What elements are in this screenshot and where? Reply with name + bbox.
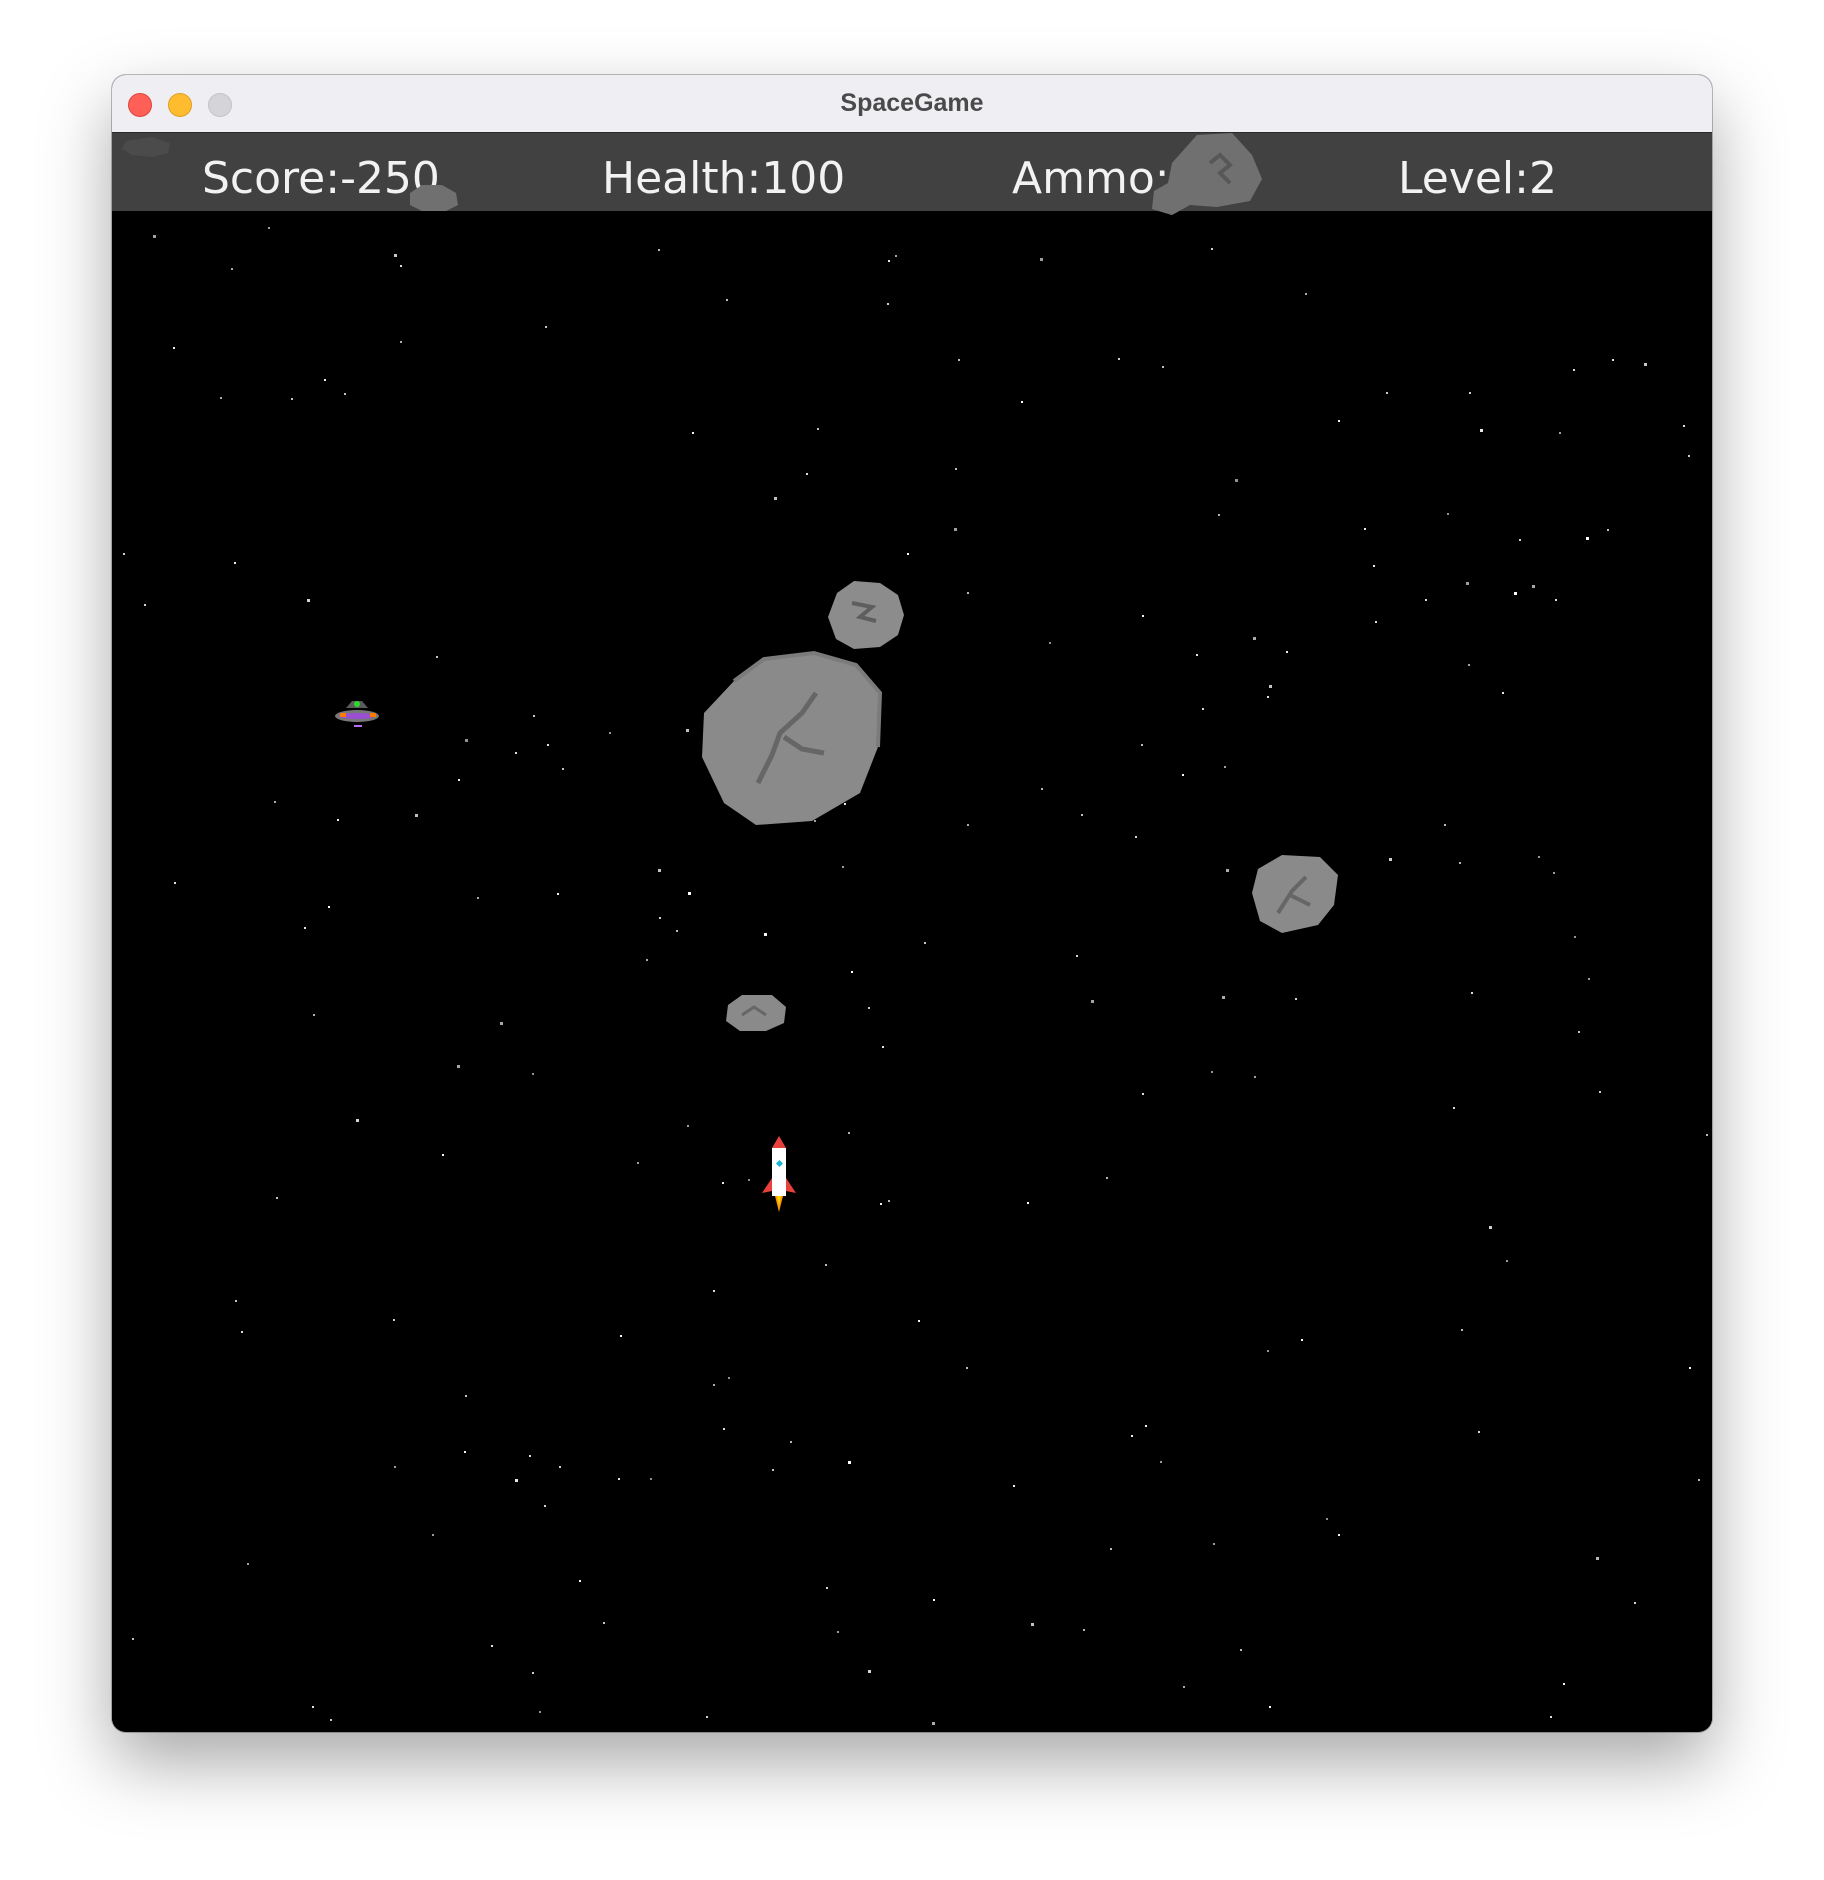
asteroid-large	[702, 650, 883, 825]
player-ship	[762, 1136, 796, 1212]
game-window: SpaceGame Score: -250 Health: 100 Ammo: …	[112, 75, 1712, 1732]
score-value: -250	[340, 153, 440, 204]
sprite-layer	[122, 133, 1338, 1212]
asteroid-tiny	[726, 995, 786, 1031]
hud-bar: Score: -250 Health: 100 Ammo: 99 Level: 2	[112, 133, 1712, 211]
asteroid-upper	[828, 581, 904, 649]
asteroid-right	[1252, 855, 1338, 933]
hud-level: Level: 2	[1398, 133, 1557, 225]
ammo-label: Ammo:	[1012, 153, 1170, 204]
ufo-enemy	[335, 701, 379, 727]
title-bar[interactable]: SpaceGame	[112, 75, 1712, 133]
ammo-value: 99	[1169, 153, 1226, 204]
hud-score: Score: -250	[202, 133, 440, 225]
window-title: SpaceGame	[840, 89, 984, 117]
health-value: 100	[761, 153, 846, 204]
level-label: Level:	[1398, 153, 1529, 204]
health-label: Health:	[602, 153, 762, 204]
hud-health: Health: 100	[602, 133, 845, 225]
score-label: Score:	[202, 153, 341, 204]
game-canvas[interactable]: Score: -250 Health: 100 Ammo: 99 Level: 2	[112, 133, 1712, 1732]
hud-ammo: Ammo: 99	[1012, 133, 1226, 225]
level-value: 2	[1528, 153, 1557, 204]
